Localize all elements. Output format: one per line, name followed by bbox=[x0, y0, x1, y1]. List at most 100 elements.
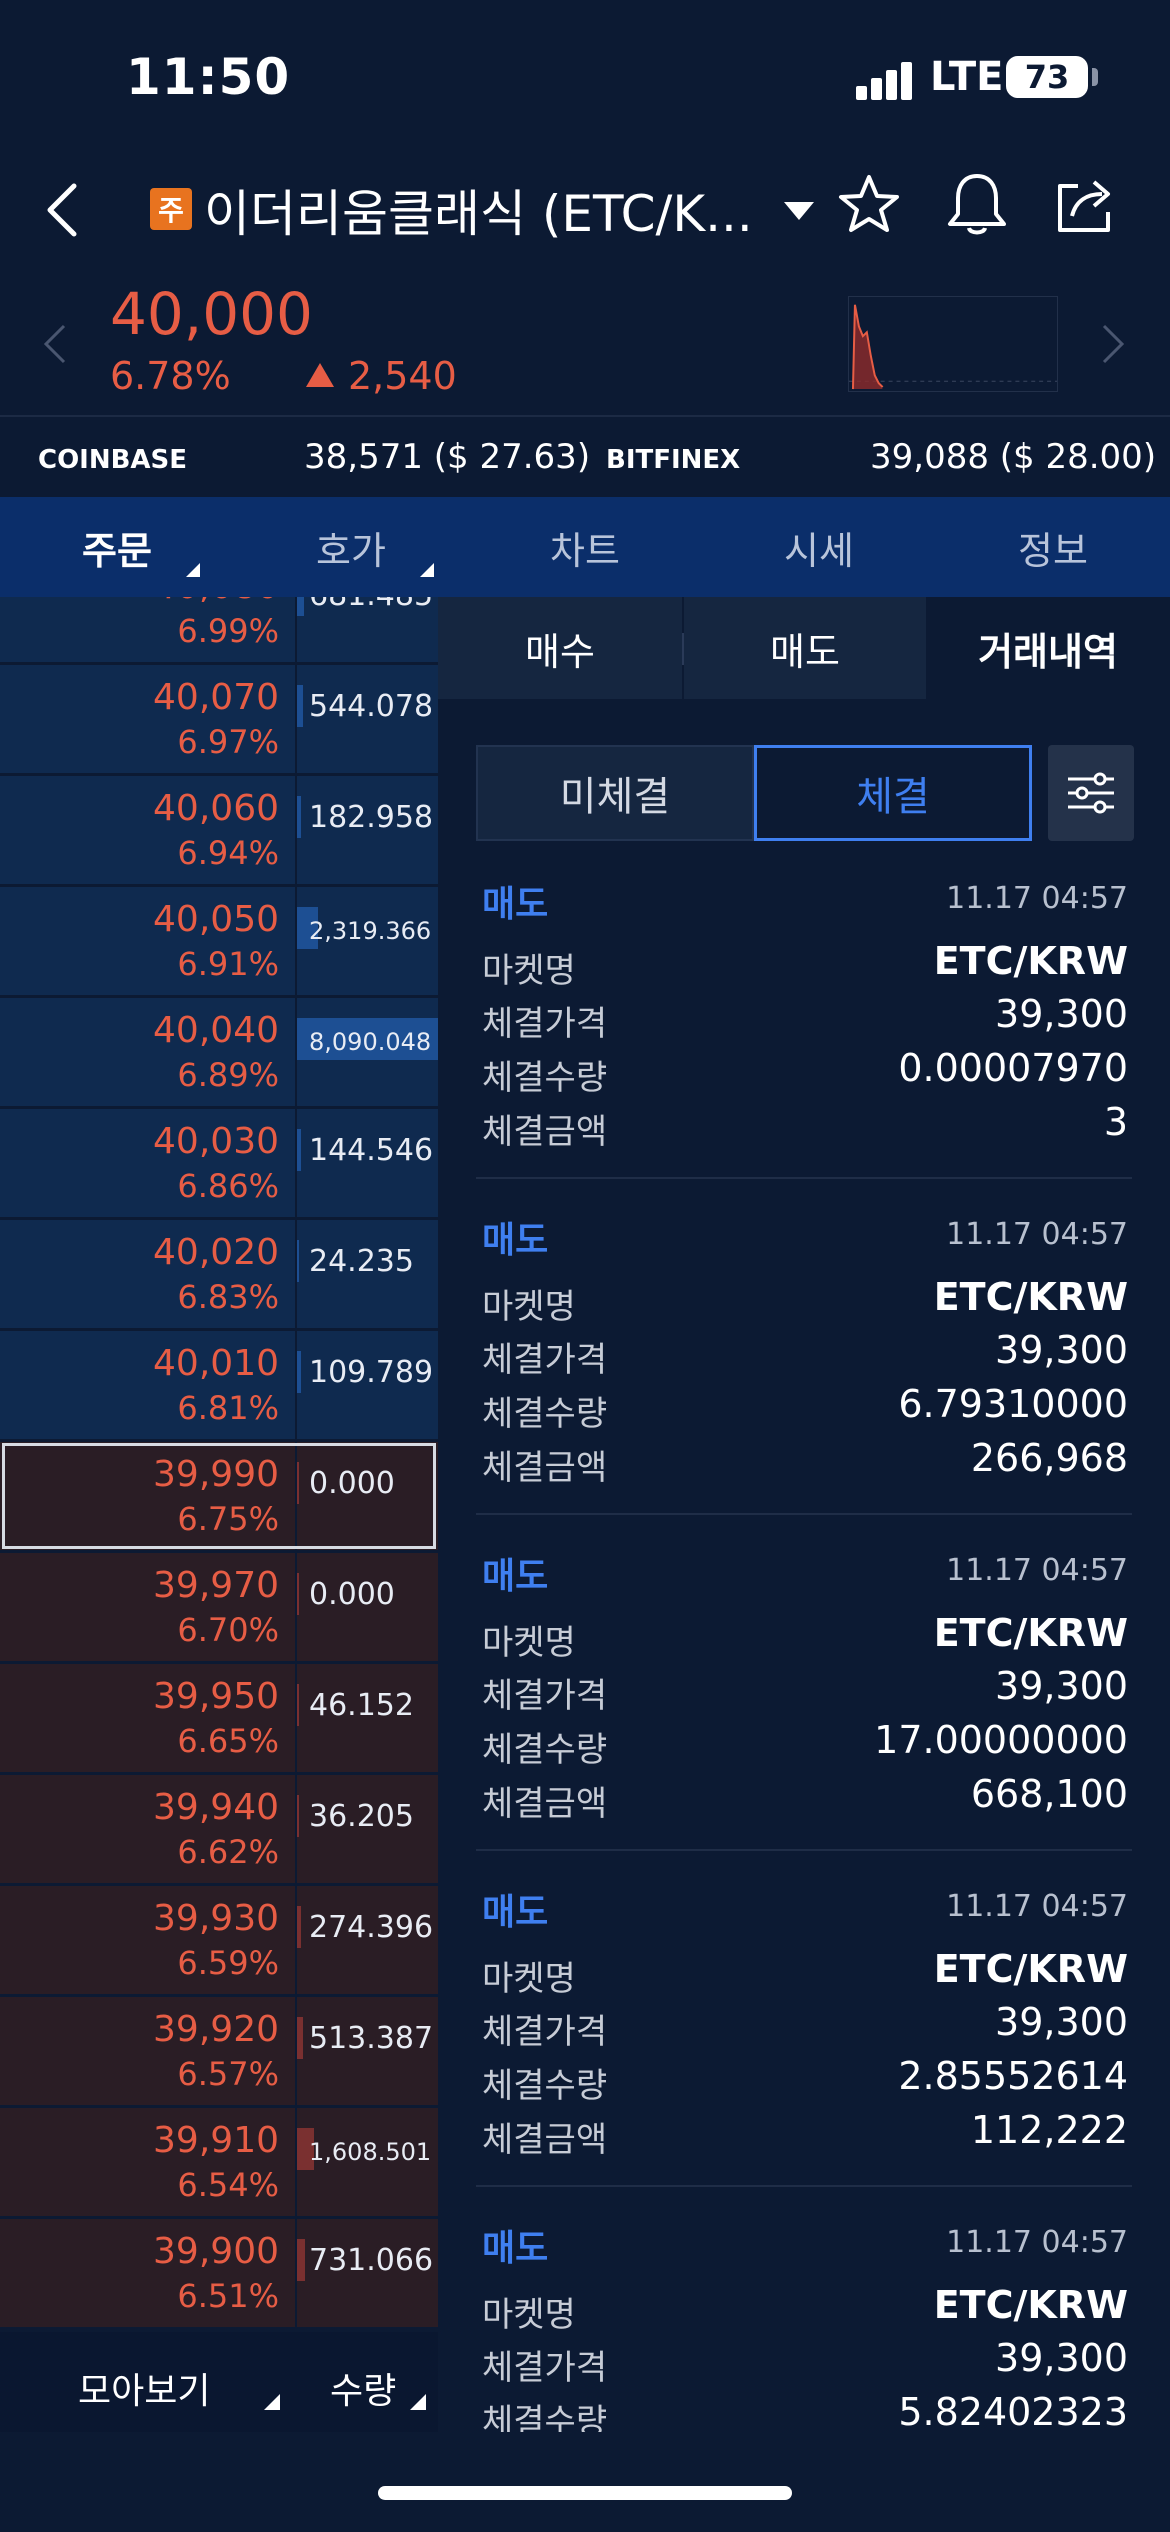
orderbook-row[interactable]: 40,040 6.89% 8,090.048 bbox=[0, 998, 438, 1109]
tab-orderbook[interactable]: 호가 bbox=[234, 497, 468, 597]
orderbook-row[interactable]: 39,910 6.54% 1,608.501 bbox=[0, 2108, 438, 2219]
orderbook-qty-cell[interactable]: 24.235 bbox=[297, 1220, 438, 1328]
trade-item[interactable]: 매도 11.17 04:57 마켓명 ETC/KRW 체결가격 39,300 체결수량 6.7… bbox=[438, 1211, 1170, 1547]
orderbook-rate: 6.54% bbox=[177, 2166, 279, 2204]
trade-time: 11.17 04:57 bbox=[946, 1553, 1128, 1588]
orderbook-qty-cell[interactable]: 109.789 bbox=[297, 1331, 438, 1439]
orderbook-qty-cell[interactable]: 36.205 bbox=[297, 1775, 438, 1883]
orderbook-row[interactable]: 39,930 6.59% 274.396 bbox=[0, 1886, 438, 1997]
subtab-history[interactable]: 거래내역 bbox=[926, 597, 1170, 699]
segment-label: 미체결 bbox=[559, 774, 671, 820]
orderbook-price-cell[interactable]: 40,040 6.89% bbox=[0, 998, 295, 1106]
share-icon[interactable] bbox=[1052, 172, 1118, 238]
signal-icon bbox=[856, 60, 916, 100]
orderbook-price-cell[interactable]: 40,020 6.83% bbox=[0, 1220, 295, 1328]
dropdown-icon[interactable] bbox=[782, 196, 816, 226]
tab-order[interactable]: 주문 bbox=[0, 497, 234, 597]
change-rate: 6.78% bbox=[110, 354, 231, 398]
tab-label: 호가 bbox=[316, 528, 386, 573]
trade-label: 체결수량 bbox=[482, 1730, 608, 1770]
orderbook-row[interactable]: 40,050 6.91% 2,319.366 bbox=[0, 887, 438, 998]
orderbook-price-cell[interactable]: 40,080 6.99% bbox=[0, 597, 295, 662]
segment-pending[interactable]: 미체결 bbox=[476, 745, 754, 841]
back-icon[interactable] bbox=[38, 180, 98, 240]
orderbook-qty-cell[interactable]: 681.485 bbox=[297, 597, 438, 662]
orderbook-row[interactable]: 40,070 6.97% 544.078 bbox=[0, 665, 438, 776]
orderbook-qty-cell[interactable]: 544.078 bbox=[297, 665, 438, 773]
orderbook-price-cell[interactable]: 39,970 6.70% bbox=[0, 1553, 295, 1661]
trade-type: 매도 bbox=[482, 1892, 549, 1933]
orderbook-qty-cell[interactable]: 0.000 bbox=[297, 1553, 438, 1661]
orderbook-price: 39,950 bbox=[153, 1676, 279, 1717]
trade-item[interactable]: 매도 11.17 04:57 마켓명 ETC/KRW 체결가격 39,300 체결수량 17.… bbox=[438, 1547, 1170, 1883]
tab-info[interactable]: 정보 bbox=[936, 497, 1170, 597]
orderbook-qty-cell[interactable]: 182.958 bbox=[297, 776, 438, 884]
orderbook-quantity: 513.387 bbox=[309, 2021, 434, 2056]
battery-tip bbox=[1092, 68, 1098, 86]
orderbook-price-cell[interactable]: 40,030 6.86% bbox=[0, 1109, 295, 1217]
orderbook-rate: 6.91% bbox=[177, 945, 279, 983]
orderbook-rate: 6.57% bbox=[177, 2055, 279, 2093]
exchange-name: COINBASE bbox=[38, 445, 188, 475]
orderbook-footer: 모아보기 수량 bbox=[0, 2332, 438, 2432]
orderbook-price-cell[interactable]: 39,940 6.62% bbox=[0, 1775, 295, 1883]
quantity-toggle-button[interactable]: 수량 bbox=[330, 2362, 396, 2414]
trade-item[interactable]: 매도 11.17 04:57 마켓명 ETC/KRW 체결가격 39,300 체결수량 5.8… bbox=[438, 2219, 1170, 2432]
orderbook-rate: 6.65% bbox=[177, 1722, 279, 1760]
filter-icon[interactable] bbox=[1048, 745, 1134, 841]
orderbook-qty-cell[interactable]: 274.396 bbox=[297, 1886, 438, 1994]
orderbook-row[interactable]: 40,010 6.81% 109.789 bbox=[0, 1331, 438, 1442]
trade-label: 체결수량 bbox=[482, 2066, 608, 2106]
trade-amount: 3 bbox=[1103, 1100, 1128, 1144]
trade-item[interactable]: 매도 11.17 04:57 마켓명 ETC/KRW 체결가격 39,300 체결수량 0.0… bbox=[438, 875, 1170, 1211]
trade-label: 체결금액 bbox=[482, 1112, 608, 1152]
orderbook-qty-cell[interactable]: 8,090.048 bbox=[297, 998, 438, 1106]
orderbook-price-cell[interactable]: 40,060 6.94% bbox=[0, 776, 295, 884]
orderbook-row[interactable]: 40,030 6.86% 144.546 bbox=[0, 1109, 438, 1220]
orderbook-price-cell[interactable]: 39,950 6.65% bbox=[0, 1664, 295, 1772]
exchange-name: BITFINEX bbox=[606, 445, 741, 475]
orderbook-qty-cell[interactable]: 731.066 bbox=[297, 2219, 438, 2327]
segment-filled[interactable]: 체결 bbox=[754, 745, 1032, 841]
orderbook-price-cell[interactable]: 39,900 6.51% bbox=[0, 2219, 295, 2327]
orderbook-price-cell[interactable]: 40,050 6.91% bbox=[0, 887, 295, 995]
orderbook-row[interactable]: 39,940 6.62% 36.205 bbox=[0, 1775, 438, 1886]
bell-icon[interactable] bbox=[944, 170, 1010, 240]
orderbook-quantity: 182.958 bbox=[309, 800, 434, 835]
mini-price-chart[interactable] bbox=[848, 296, 1058, 392]
subtab-buy[interactable]: 매수 bbox=[438, 597, 682, 699]
orderbook-price-cell[interactable]: 39,920 6.57% bbox=[0, 1997, 295, 2105]
tab-chart[interactable]: 차트 bbox=[468, 497, 702, 597]
orderbook-price-cell[interactable]: 39,930 6.59% bbox=[0, 1886, 295, 1994]
orderbook-qty-cell[interactable]: 2,319.366 bbox=[297, 887, 438, 995]
trade-market: ETC/KRW bbox=[933, 1275, 1128, 1319]
orderbook-row[interactable]: 40,080 6.99% 681.485 bbox=[0, 597, 438, 665]
orderbook-price-cell[interactable]: 40,070 6.97% bbox=[0, 665, 295, 773]
orderbook-qty-cell[interactable]: 144.546 bbox=[297, 1109, 438, 1217]
orderbook-price-cell[interactable]: 40,010 6.81% bbox=[0, 1331, 295, 1439]
orderbook-price: 40,060 bbox=[153, 788, 279, 829]
orderbook-row[interactable]: 40,060 6.94% 182.958 bbox=[0, 776, 438, 887]
trade-label: 체결금액 bbox=[482, 2120, 608, 2160]
tab-market-price[interactable]: 시세 bbox=[702, 497, 936, 597]
prev-icon[interactable] bbox=[40, 322, 70, 366]
trade-item[interactable]: 매도 11.17 04:57 마켓명 ETC/KRW 체결가격 39,300 체결수량 2.8… bbox=[438, 1883, 1170, 2219]
coin-title[interactable]: 이더리움클래식 (ETC/K... bbox=[204, 174, 764, 246]
orderbook-row[interactable]: 39,920 6.57% 513.387 bbox=[0, 1997, 438, 2108]
orderbook-qty-cell[interactable]: 46.152 bbox=[297, 1664, 438, 1772]
orderbook-qty-cell[interactable]: 1,608.501 bbox=[297, 2108, 438, 2216]
orderbook-qty-cell[interactable]: 513.387 bbox=[297, 1997, 438, 2105]
next-icon[interactable] bbox=[1098, 322, 1128, 366]
orderbook-volume-bar bbox=[297, 1795, 299, 1837]
orderbook-price-cell[interactable]: 39,910 6.54% bbox=[0, 2108, 295, 2216]
subtab-sell[interactable]: 매도 bbox=[684, 597, 926, 699]
orderbook-row[interactable]: 39,970 6.70% 0.000 bbox=[0, 1553, 438, 1664]
orderbook-row[interactable]: 40,020 6.83% 24.235 bbox=[0, 1220, 438, 1331]
star-icon[interactable] bbox=[836, 172, 902, 238]
orderbook[interactable]: 40,0806.99%681.48540,0706.97%544.07840,0… bbox=[0, 597, 438, 2332]
orderbook-rate: 6.97% bbox=[177, 723, 279, 761]
trade-label: 체결가격 bbox=[482, 1004, 608, 1044]
orderbook-row[interactable]: 39,900 6.51% 731.066 bbox=[0, 2219, 438, 2330]
group-view-button[interactable]: 모아보기 bbox=[78, 2362, 210, 2414]
orderbook-row[interactable]: 39,950 6.65% 46.152 bbox=[0, 1664, 438, 1775]
